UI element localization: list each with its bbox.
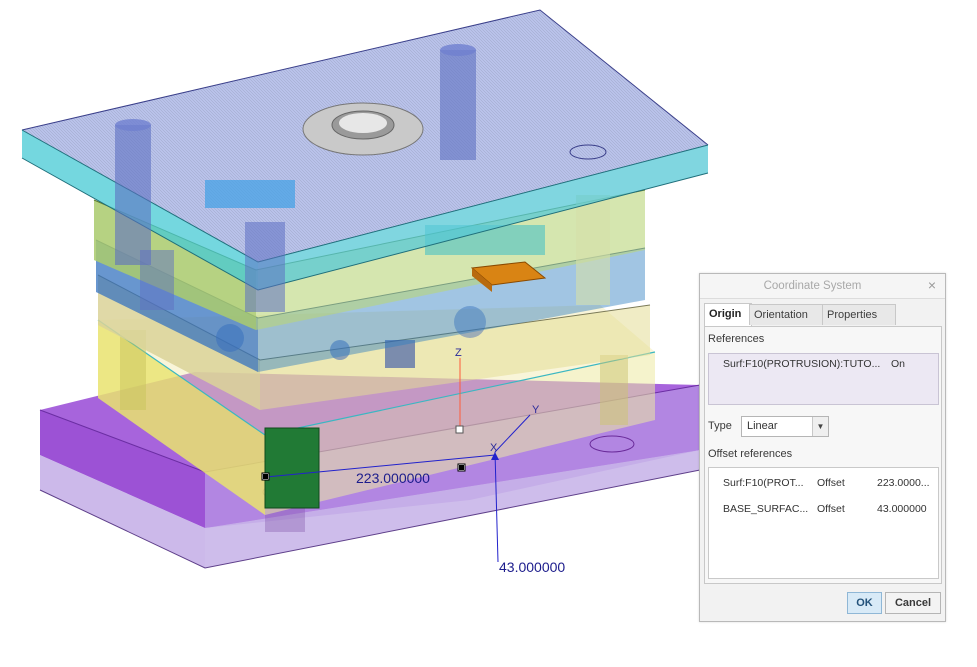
origin-panel: References Surf:F10(PROTRUSION):TUTO... … — [704, 326, 942, 584]
offset-x-dimension[interactable]: 223.000000 — [356, 470, 430, 486]
references-list[interactable]: Surf:F10(PROTRUSION):TUTO... On — [708, 353, 939, 405]
reference-state[interactable]: On — [891, 358, 905, 370]
close-icon[interactable]: × — [925, 277, 939, 293]
cancel-button[interactable]: Cancel — [885, 592, 941, 614]
tab-origin[interactable]: Origin — [704, 303, 752, 327]
list-item[interactable]: Surf:F10(PROTRUSION):TUTO... On — [709, 354, 938, 374]
green-block[interactable] — [264, 427, 320, 509]
offset-references-table[interactable]: Surf:F10(PROT... Offset 223.0000... BASE… — [708, 467, 939, 579]
table-row[interactable]: Surf:F10(PROT... Offset 223.0000... — [709, 472, 938, 494]
type-value: Linear — [747, 420, 778, 432]
reference-name: Surf:F10(PROTRUSION):TUTO... — [723, 358, 881, 370]
dialog-titlebar[interactable]: Coordinate System × — [700, 274, 945, 299]
type-select[interactable]: Linear ▼ — [741, 416, 829, 437]
references-label: References — [708, 333, 765, 345]
tab-properties[interactable]: Properties — [822, 304, 896, 325]
offset-kind[interactable]: Offset — [817, 477, 845, 489]
offset-value[interactable]: 223.0000... — [877, 477, 930, 489]
dialog-title: Coordinate System — [763, 280, 862, 292]
ok-button[interactable]: OK — [847, 592, 882, 614]
tab-orientation[interactable]: Orientation — [749, 304, 825, 325]
table-row[interactable]: BASE_SURFAC... Offset 43.000000 — [709, 498, 938, 520]
axis-z-label: Z — [455, 347, 462, 359]
offset-references-label: Offset references — [708, 448, 793, 460]
offset-kind[interactable]: Offset — [817, 503, 845, 515]
offset-reference: Surf:F10(PROT... — [723, 477, 804, 489]
chevron-down-icon[interactable]: ▼ — [812, 417, 828, 436]
offset-reference: BASE_SURFAC... — [723, 503, 809, 515]
offset-value[interactable]: 43.000000 — [877, 503, 927, 515]
axis-y-label: Y — [532, 404, 540, 416]
offset-y-dimension[interactable]: 43.000000 — [499, 559, 565, 575]
coordinate-system-dialog: Coordinate System × Origin Orientation P… — [699, 273, 946, 622]
type-label: Type — [708, 420, 732, 432]
drag-handle-axis[interactable] — [455, 425, 464, 434]
axis-x-label: X — [490, 442, 498, 454]
